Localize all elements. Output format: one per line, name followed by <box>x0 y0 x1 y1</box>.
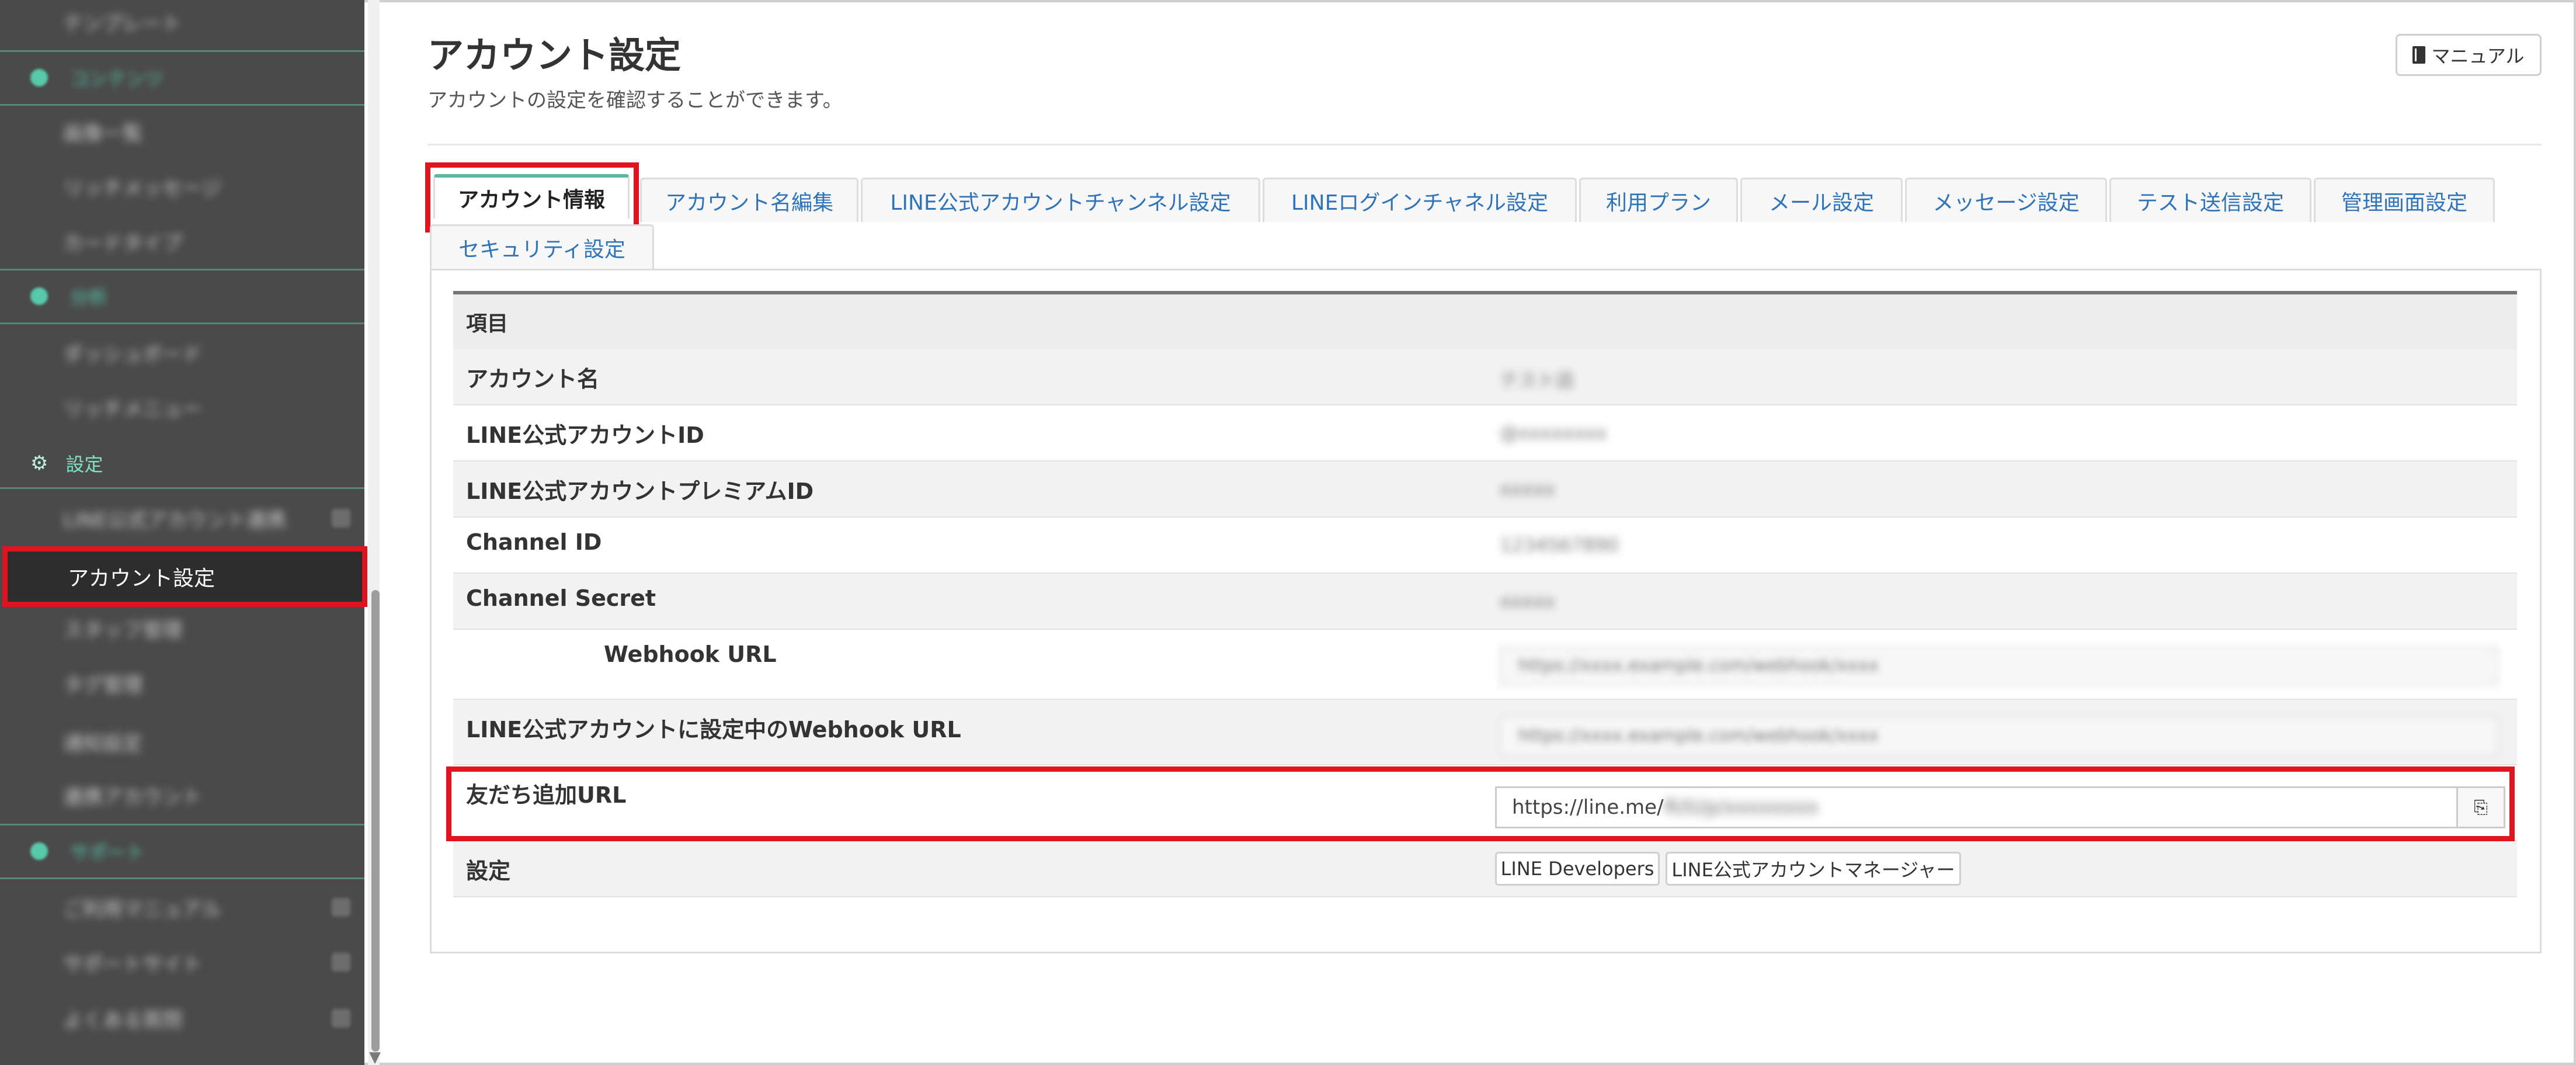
sidebar-item[interactable]: テンプレート <box>0 0 364 49</box>
sidebar-item[interactable]: リッチメッセージ <box>0 159 364 214</box>
tab-line-login-channel-settings[interactable]: LINEログインチャネル設定 <box>1263 178 1577 222</box>
sidebar: テンプレート コンテンツ 画像一覧 リッチメッセージ カードタイプ 分析 ダッシ… <box>0 0 364 1065</box>
sidebar-item[interactable]: ダッシュボード <box>0 325 364 380</box>
sidebar-section-support[interactable]: サポート <box>0 824 364 879</box>
table-row: LINE公式アカウントプレミアムID xxxxx <box>453 462 2517 518</box>
external-link-icon <box>332 953 350 972</box>
sidebar-divider <box>0 877 364 879</box>
table-row: 設定 <box>453 841 2517 897</box>
book-icon <box>2412 46 2426 64</box>
external-link-icon <box>332 898 350 917</box>
table-row: LINE公式アカウントID @xxxxxxxx <box>453 405 2517 462</box>
sidebar-item[interactable]: よくある質問 <box>0 991 364 1046</box>
scroll-down-arrow-icon[interactable]: ▼ <box>369 1049 381 1065</box>
section-icon <box>30 842 48 860</box>
table-row: Webhook URL https://xxxx.example.com/web… <box>453 630 2517 700</box>
sidebar-item[interactable]: サポートサイト <box>0 935 364 990</box>
section-icon <box>30 287 48 305</box>
table-row: Channel ID 1234567890 <box>453 518 2517 574</box>
gear-icon: ⚙ <box>30 452 48 475</box>
webhook-url-field[interactable]: https://xxxx.example.com/webhook/xxxx <box>1500 646 2498 686</box>
header-divider <box>427 144 2542 145</box>
section-icon <box>30 69 48 86</box>
table-row: LINE公式アカウントに設定中のWebhook URL https://xxxx… <box>453 700 2517 765</box>
current-webhook-url-field: https://xxxx.example.com/webhook/xxxx <box>1500 716 2498 756</box>
line-oa-manager-button[interactable]: LINE公式アカウントマネージャー <box>1666 852 1961 886</box>
tab-security-settings[interactable]: セキュリティ設定 <box>430 224 654 269</box>
tab-message-settings[interactable]: メッセージ設定 <box>1905 178 2107 222</box>
sidebar-item-account-settings[interactable]: アカウント設定 <box>2 546 367 607</box>
sidebar-item[interactable]: 通知設定 <box>0 714 364 769</box>
tab-test-send-settings[interactable]: テスト送信設定 <box>2109 178 2311 222</box>
sidebar-item[interactable]: ご利用マニュアル <box>0 880 364 935</box>
sidebar-section-content[interactable]: コンテンツ <box>0 50 364 105</box>
sidebar-item[interactable]: リッチメニュー <box>0 380 364 435</box>
tab-plan[interactable]: 利用プラン <box>1579 178 1738 222</box>
sidebar-item[interactable]: 画像一覧 <box>0 104 364 159</box>
tab-line-channel-settings[interactable]: LINE公式アカウントチャンネル設定 <box>861 178 1260 222</box>
line-developers-button[interactable]: LINE Developers <box>1495 852 1660 886</box>
sidebar-scroll-thumb[interactable] <box>371 590 380 1052</box>
sidebar-divider <box>0 487 364 489</box>
sidebar-section-analytics[interactable]: 分析 <box>0 269 364 324</box>
manual-button[interactable]: マニュアル <box>2396 34 2542 76</box>
table-row: アカウント名 テスト店 <box>453 349 2517 405</box>
tab-account-name-edit[interactable]: アカウント名編集 <box>640 178 858 222</box>
tab-mail-settings[interactable]: メール設定 <box>1740 178 1903 222</box>
sidebar-section-settings[interactable]: ⚙ 設定 <box>0 436 364 491</box>
friend-url-highlight-box <box>446 766 2515 841</box>
sidebar-item[interactable]: 連携アカウント <box>0 768 364 823</box>
sidebar-item[interactable]: スタッフ管理 <box>0 601 364 655</box>
sidebar-divider <box>0 322 364 324</box>
tab-admin-screen-settings[interactable]: 管理画面設定 <box>2314 178 2495 222</box>
sidebar-item[interactable]: カードタイプ <box>0 214 364 269</box>
external-link-icon <box>332 1009 350 1028</box>
external-link-icon <box>332 509 350 528</box>
table-header: 項目 <box>453 291 2517 349</box>
sidebar-item[interactable]: タグ管理 <box>0 655 364 710</box>
sidebar-item-line-link[interactable]: LINE公式アカウント連携 <box>0 491 364 546</box>
tab-highlight-box <box>425 162 639 233</box>
page-title: アカウント設定 <box>427 34 682 77</box>
table-row: Channel Secret xxxxx <box>453 574 2517 630</box>
page-subtitle: アカウントの設定を確認することができます。 <box>427 89 843 112</box>
